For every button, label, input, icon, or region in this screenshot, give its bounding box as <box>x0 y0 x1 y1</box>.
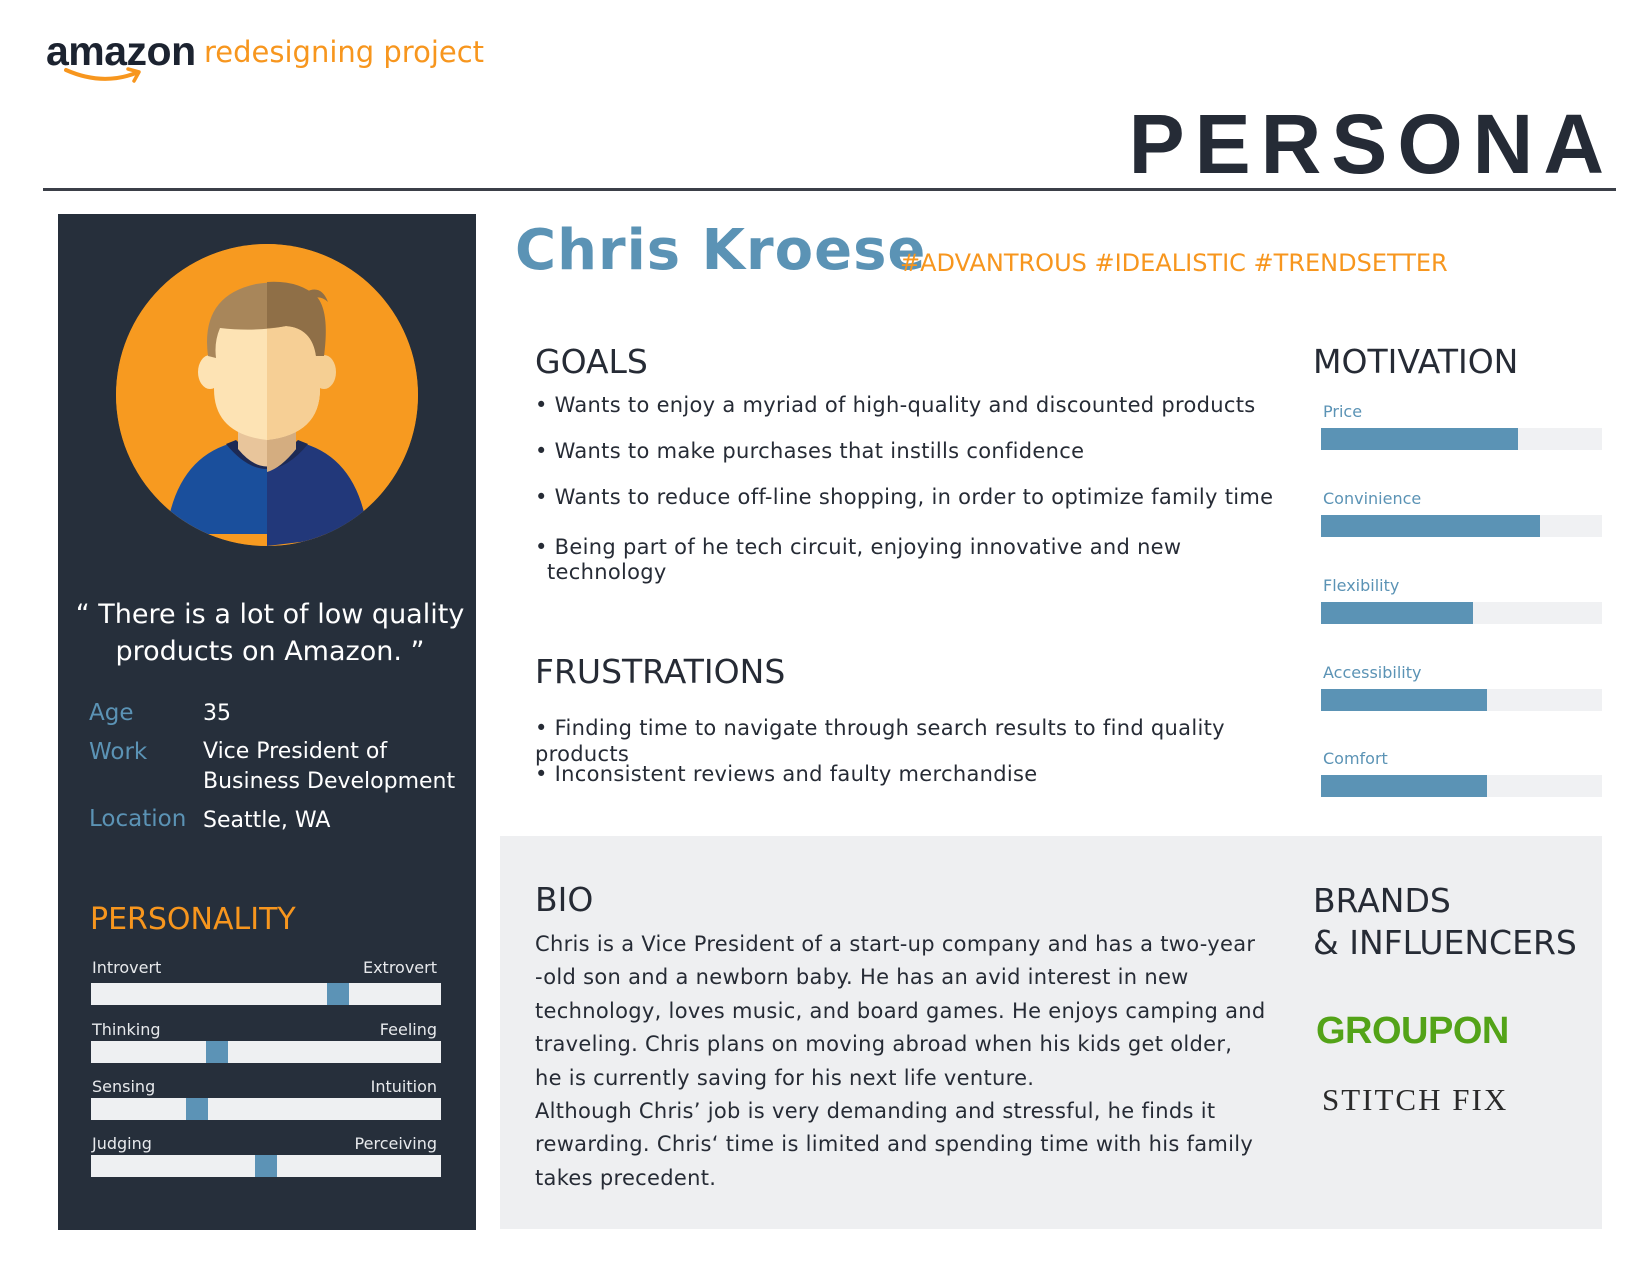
brands-title-line: BRANDS <box>1313 881 1451 920</box>
trait-slider <box>91 1155 441 1177</box>
motivation-label: Accessibility <box>1323 663 1422 682</box>
trait-slider <box>91 983 441 1005</box>
trait-slider-knob <box>186 1098 208 1120</box>
trait-slider <box>91 1041 441 1063</box>
motivation-label: Price <box>1323 402 1363 421</box>
project-subtitle: redesigning project <box>204 35 485 69</box>
trait-left-label: Thinking <box>92 1020 161 1039</box>
motivation-label: Flexibility <box>1323 576 1400 595</box>
trait-slider-knob <box>255 1155 277 1177</box>
bio-text: Chris is a Vice President of a start-up … <box>535 928 1275 1195</box>
age-label: Age <box>89 700 134 726</box>
motivation-bar <box>1321 775 1602 797</box>
work-value-line: Business Development <box>203 769 456 794</box>
trait-right-label: Intuition <box>370 1077 437 1096</box>
header-divider <box>43 188 1616 191</box>
persona-name: Chris Kroese <box>515 218 927 283</box>
trait-right-label: Perceiving <box>354 1134 437 1153</box>
person-avatar-icon <box>116 244 418 546</box>
bio-line: -old son and a newborn baby. He has an a… <box>535 965 1189 990</box>
bio-line: traveling. Chris plans on moving abroad … <box>535 1032 1233 1057</box>
location-value: Seattle, WA <box>203 808 331 833</box>
trait-right-label: Feeling <box>379 1020 437 1039</box>
motivation-label: Convinience <box>1323 489 1422 508</box>
motivation-bar <box>1321 515 1602 537</box>
bio-line: technology, loves music, and board games… <box>535 998 1266 1023</box>
groupon-logo: GROUPON <box>1316 1010 1509 1052</box>
motivation-title: MOTIVATION <box>1313 342 1519 381</box>
trait-slider-knob <box>206 1041 228 1063</box>
bio-line: rewarding. Chris‘ time is limited and sp… <box>535 1132 1254 1157</box>
motivation-bar <box>1321 428 1602 450</box>
brands-title: BRANDS & INFLUENCERS <box>1313 880 1577 964</box>
brands-title-line: & INFLUENCERS <box>1313 923 1577 962</box>
work-label: Work <box>89 739 148 765</box>
persona-quote: “ There is a lot of low quality products… <box>70 596 470 670</box>
motivation-bar <box>1321 689 1602 711</box>
quote-line: products on Amazon. ” <box>115 636 425 667</box>
trait-right-label: Extrovert <box>362 958 437 977</box>
avatar <box>116 244 418 546</box>
goals-title: GOALS <box>535 342 648 381</box>
goal-item: • Wants to make purchases that instills … <box>535 439 1085 463</box>
bio-line: Chris is a Vice President of a start-up … <box>535 932 1256 956</box>
motivation-bar-fill <box>1321 602 1473 624</box>
motivation-bar-fill <box>1321 689 1487 711</box>
frustration-item: • Finding time to navigate through searc… <box>535 716 1225 766</box>
bio-title: BIO <box>535 880 594 919</box>
trait-left-label: Judging <box>92 1134 152 1153</box>
goal-item: • Wants to reduce off-line shopping, in … <box>535 485 1274 509</box>
bio-line: Although Chris’ job is very demanding an… <box>535 1099 1216 1124</box>
trait-slider <box>91 1098 441 1120</box>
personality-title: PERSONALITY <box>90 902 296 937</box>
work-value: Vice President of Business Development <box>203 737 455 797</box>
page-title: PERSONA <box>1128 97 1614 191</box>
goal-item: • Being part of he tech circuit, enjoyin… <box>535 535 1182 559</box>
goal-item: • Wants to enjoy a myriad of high-qualit… <box>535 393 1256 417</box>
quote-line: “ There is a lot of low quality <box>75 599 465 630</box>
age-value: 35 <box>203 701 231 726</box>
motivation-bar-fill <box>1321 775 1487 797</box>
bio-line: he is currently saving for his next life… <box>535 1065 1035 1090</box>
stitch-fix-logo: STITCH FIX <box>1322 1082 1509 1117</box>
frustrations-title: FRUSTRATIONS <box>535 652 786 691</box>
bio-line: takes precedent. <box>535 1165 717 1190</box>
motivation-bar-fill <box>1321 515 1541 537</box>
goal-item-continued: technology <box>547 560 667 584</box>
work-value-line: Vice President of <box>203 739 388 764</box>
frustration-item: • Inconsistent reviews and faulty mercha… <box>535 762 1038 786</box>
location-label: Location <box>89 806 187 832</box>
motivation-bar <box>1321 602 1602 624</box>
motivation-bar-fill <box>1321 428 1518 450</box>
amazon-smile-icon <box>64 67 141 83</box>
trait-left-label: Introvert <box>92 958 162 977</box>
trait-slider-knob <box>327 983 349 1005</box>
motivation-label: Comfort <box>1323 749 1388 768</box>
persona-tags: #ADVANTROUS #IDEALISTIC #TRENDSETTER <box>900 249 1448 277</box>
trait-left-label: Sensing <box>92 1077 156 1096</box>
